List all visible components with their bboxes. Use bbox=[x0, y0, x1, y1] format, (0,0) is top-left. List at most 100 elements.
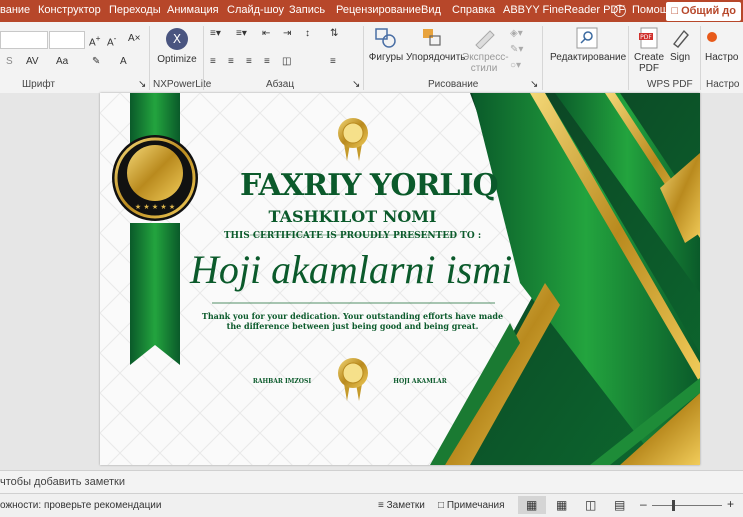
separator bbox=[149, 26, 150, 90]
shapes-icon bbox=[375, 28, 396, 48]
align-center-icon[interactable]: ≡ bbox=[228, 56, 234, 67]
comments-toggle-icon: □ bbox=[438, 500, 447, 511]
certificate-org-name: TASHKILOT NOMI bbox=[268, 207, 437, 226]
decrease-indent-icon[interactable]: ⇤ bbox=[262, 28, 270, 39]
ribbon-tab-bar: вание Конструктор Переходы Анимация Слай… bbox=[0, 0, 743, 22]
shapes-button[interactable]: Фигуры bbox=[368, 27, 404, 63]
font-color-icon[interactable]: A bbox=[120, 56, 127, 67]
share-button[interactable]: □ Общий до bbox=[666, 2, 741, 21]
strikethrough-icon[interactable]: S bbox=[6, 56, 13, 67]
svg-text:X: X bbox=[173, 32, 181, 46]
grow-font-icon[interactable]: A+ bbox=[89, 33, 101, 48]
numbering-icon[interactable]: ≡▾ bbox=[236, 28, 247, 39]
slide-canvas[interactable]: ★ ★ ★ ★ ★ FAXRIY YORLIQ TASHKILOT NOMI T… bbox=[100, 93, 700, 465]
zoom-in-icon[interactable]: + bbox=[727, 497, 734, 511]
change-case-icon[interactable]: Aa bbox=[56, 56, 68, 67]
notes-toggle-label: Заметки bbox=[386, 500, 425, 511]
arrange-button[interactable]: Упорядочить bbox=[406, 27, 466, 63]
bullets-icon[interactable]: ≡▾ bbox=[210, 28, 221, 39]
slide-sorter-icon[interactable]: ▦ bbox=[556, 498, 567, 512]
tab-view[interactable]: Вид bbox=[421, 4, 441, 16]
settings-dot-icon bbox=[707, 32, 717, 42]
signature-right-label: HOJI AKAMLAR bbox=[393, 378, 447, 385]
tab-insert[interactable]: вание bbox=[0, 4, 30, 16]
tab-design[interactable]: Конструктор bbox=[38, 4, 101, 16]
create-pdf-button[interactable]: PDF Create PDF bbox=[633, 27, 665, 74]
search-icon bbox=[576, 27, 598, 49]
justify-icon[interactable]: ≡ bbox=[264, 56, 270, 67]
separator bbox=[700, 26, 701, 90]
zoom-out-icon[interactable]: – bbox=[640, 497, 647, 511]
arrange-icon bbox=[423, 29, 441, 46]
shape-effects-icon[interactable]: ○▾ bbox=[510, 60, 521, 71]
drawing-group-label: Рисование bbox=[428, 79, 479, 90]
tab-record[interactable]: Запись bbox=[289, 4, 325, 16]
font-size-dropdown[interactable] bbox=[49, 31, 85, 49]
settings-button[interactable]: Настро bbox=[705, 27, 743, 63]
tab-abbyy[interactable]: ABBYY FineReader PDF bbox=[503, 4, 625, 16]
editing-button[interactable]: Редактирование bbox=[550, 27, 627, 63]
align-left-icon[interactable]: ≡ bbox=[210, 56, 216, 67]
tab-transitions[interactable]: Переходы bbox=[109, 4, 161, 16]
normal-view-icon: ▦ bbox=[526, 498, 538, 512]
increase-indent-icon[interactable]: ⇥ bbox=[283, 28, 291, 39]
font-name-dropdown[interactable] bbox=[0, 31, 48, 49]
clear-format-icon[interactable]: A× bbox=[128, 33, 141, 44]
comments-toggle-button[interactable]: □ Примечания bbox=[438, 500, 505, 511]
line-spacing-icon[interactable]: ↕ bbox=[305, 28, 310, 39]
tab-animations[interactable]: Анимация bbox=[167, 4, 219, 16]
arrange-label: Упорядочить bbox=[406, 52, 466, 63]
drawing-dialog-launcher-icon[interactable]: ↘ bbox=[530, 79, 538, 90]
quick-styles-button[interactable]: Экспресс- стили bbox=[462, 27, 509, 74]
reading-view-icon[interactable]: ◫ bbox=[585, 498, 596, 512]
separator bbox=[363, 26, 364, 90]
char-spacing-icon[interactable]: AV bbox=[26, 56, 39, 67]
share-label: Общий до bbox=[681, 5, 736, 17]
optimize-button[interactable]: X Optimize bbox=[156, 27, 198, 65]
tab-slideshow[interactable]: Слайд-шоу bbox=[227, 4, 284, 16]
tab-review[interactable]: Рецензирование bbox=[336, 4, 421, 16]
notes-toggle-button[interactable]: ≡ Заметки bbox=[378, 500, 425, 511]
create-pdf-label-2: PDF bbox=[639, 63, 659, 74]
quick-styles-label-1: Экспресс- bbox=[462, 52, 509, 63]
certificate-title: FAXRIY YORLIQ bbox=[240, 168, 499, 203]
editing-label: Редактирование bbox=[550, 52, 627, 63]
accessibility-status[interactable]: ожности: проверьте рекомендации bbox=[0, 500, 161, 511]
share-icon: □ bbox=[671, 5, 682, 17]
slideshow-icon[interactable]: ▤ bbox=[614, 498, 625, 512]
settings-group-label: Настро bbox=[706, 79, 740, 90]
shape-fill-icon[interactable]: ◈▾ bbox=[510, 28, 523, 39]
quick-styles-icon bbox=[475, 30, 495, 50]
status-bar: ожности: проверьте рекомендации ≡ Заметк… bbox=[0, 493, 743, 517]
align-text-icon[interactable]: ≡ bbox=[330, 56, 336, 67]
svg-text:PDF: PDF bbox=[640, 34, 652, 41]
certificate-body-line-2: the difference between just being good a… bbox=[226, 321, 479, 331]
font-dialog-launcher-icon[interactable]: ↘ bbox=[138, 79, 146, 90]
recipient-name: Hoji akamlarni ismi bbox=[190, 247, 513, 292]
sign-pen-icon bbox=[673, 29, 689, 48]
notes-placeholder: чтобы добавить заметки bbox=[0, 476, 126, 488]
comments-toggle-label: Примечания bbox=[446, 500, 505, 511]
columns-icon[interactable]: ◫ bbox=[282, 56, 291, 67]
optimize-label: Optimize bbox=[157, 54, 197, 65]
shape-outline-icon[interactable]: ✎▾ bbox=[510, 44, 523, 55]
notes-toggle-icon: ≡ bbox=[378, 500, 387, 511]
create-pdf-label-1: Create bbox=[633, 52, 664, 63]
settings-label: Настро bbox=[705, 52, 739, 63]
zoom-slider-thumb[interactable] bbox=[672, 500, 675, 511]
tab-help[interactable]: Справка bbox=[452, 4, 495, 16]
notes-pane[interactable]: чтобы добавить заметки bbox=[0, 470, 743, 493]
sign-button[interactable]: Sign bbox=[667, 27, 693, 63]
highlight-icon[interactable]: ✎ bbox=[92, 56, 100, 67]
ribbon: A+ A- A× S AV Aa ✎ A Шрифт ↘ X Optimize … bbox=[0, 22, 743, 94]
shrink-font-icon[interactable]: A- bbox=[107, 33, 116, 48]
text-direction-icon[interactable]: ⇅ bbox=[330, 28, 338, 39]
lightbulb-icon[interactable]: ◯ bbox=[613, 3, 626, 17]
pdf-icon: PDF bbox=[639, 27, 658, 49]
certificate-presented-line: THIS CERTIFICATE IS PROUDLY PRESENTED TO… bbox=[223, 231, 482, 241]
optimize-icon: X bbox=[166, 28, 188, 50]
separator bbox=[628, 26, 629, 90]
zoom-slider[interactable] bbox=[652, 505, 722, 506]
align-right-icon[interactable]: ≡ bbox=[246, 56, 252, 67]
paragraph-dialog-launcher-icon[interactable]: ↘ bbox=[352, 79, 360, 90]
